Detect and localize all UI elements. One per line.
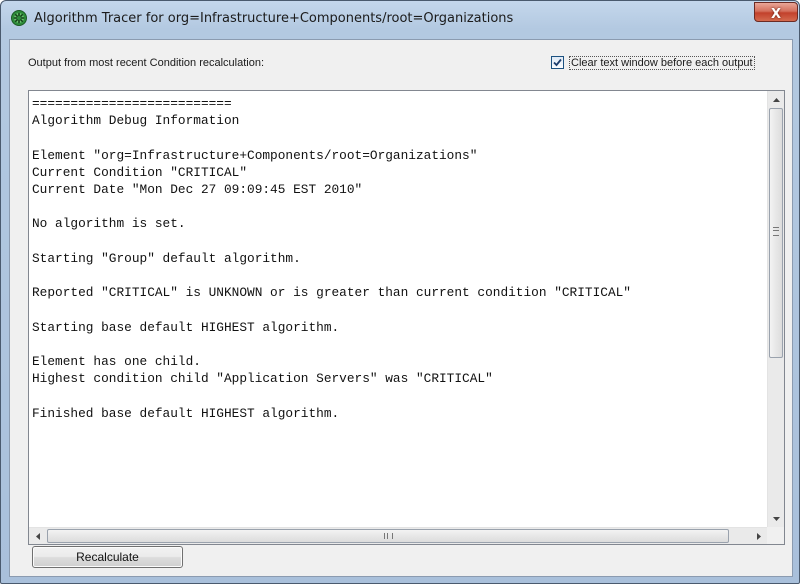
scroll-down-icon[interactable] (768, 510, 784, 527)
output-text[interactable]: ========================== Algorithm Deb… (32, 95, 767, 525)
output-label: Output from most recent Condition recalc… (28, 57, 265, 69)
vertical-scroll-thumb[interactable] (769, 108, 783, 358)
output-text-area[interactable]: ========================== Algorithm Deb… (28, 90, 785, 545)
scroll-up-icon[interactable] (768, 91, 784, 108)
close-button[interactable]: X (754, 2, 798, 22)
green-gear-icon (11, 10, 27, 26)
clear-text-checkbox[interactable] (551, 56, 564, 69)
window-frame: Algorithm Tracer for org=Infrastructure+… (0, 0, 800, 584)
horizontal-scroll-thumb[interactable] (47, 529, 729, 543)
clear-text-label[interactable]: Clear text window before each output (569, 56, 755, 70)
close-icon: X (770, 7, 782, 22)
grip-icon (384, 533, 393, 539)
recalculate-button[interactable]: Recalculate (32, 546, 183, 568)
window-title: Algorithm Tracer for org=Infrastructure+… (34, 11, 514, 26)
grip-icon (773, 227, 779, 236)
vertical-scrollbar[interactable] (767, 91, 784, 527)
scroll-right-icon[interactable] (750, 528, 767, 544)
title-bar[interactable]: Algorithm Tracer for org=Infrastructure+… (1, 1, 801, 31)
horizontal-scrollbar[interactable] (29, 527, 767, 544)
scroll-corner (767, 527, 784, 544)
checkmark-icon (553, 58, 562, 67)
scroll-left-icon[interactable] (29, 528, 46, 544)
dialog-body: Output from most recent Condition recalc… (9, 39, 793, 577)
